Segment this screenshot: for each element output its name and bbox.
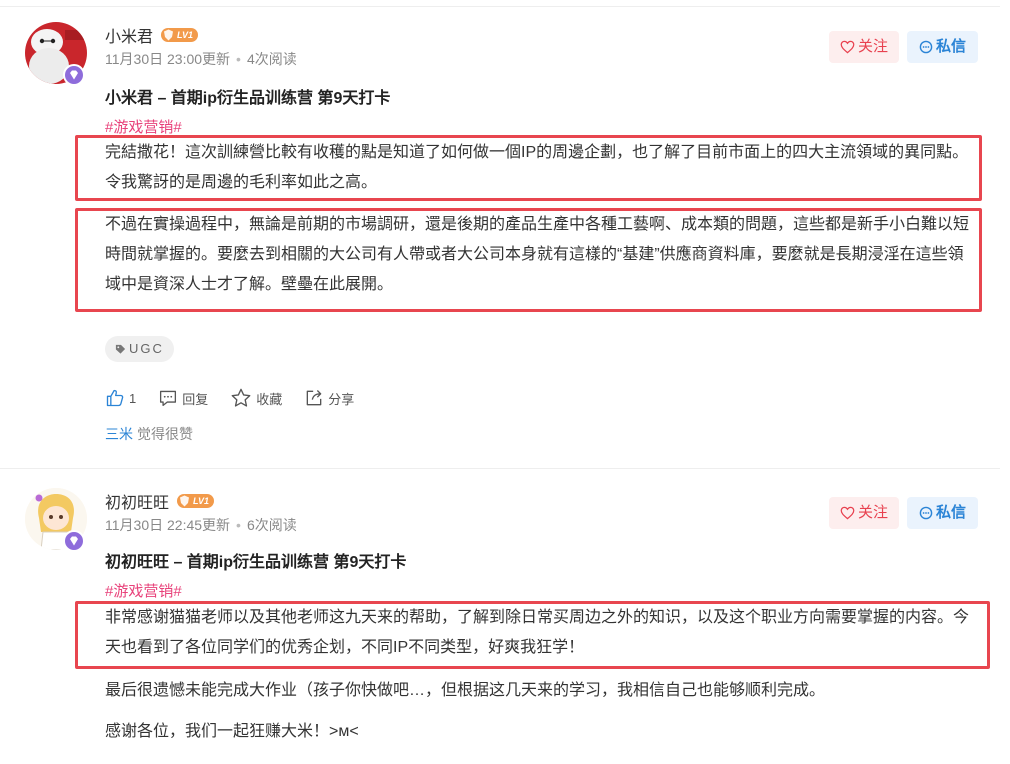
share-icon: [306, 390, 322, 406]
topic-hashtag[interactable]: #游戏营销#: [105, 580, 182, 601]
shield-icon: [164, 29, 173, 41]
liked-by: 三米 觉得很赞: [105, 424, 193, 444]
ugc-label: UGC: [129, 341, 164, 356]
post-card: 小米君 LV1 11月30日 23:00更新 • 4次阅读 关注 私信 小米君 – …: [0, 22, 1000, 462]
post-paragraph: 感谢各位，我们一起狂赚大米！>м<: [105, 723, 359, 740]
topic-hashtag[interactable]: #游戏营销#: [105, 116, 182, 137]
read-count: 4次阅读: [246, 51, 297, 67]
follow-button[interactable]: 关注: [829, 31, 899, 63]
share-label: 分享: [328, 391, 355, 407]
heart-icon: [840, 40, 855, 54]
thumbs-up-icon: [106, 389, 124, 407]
like-count: 1: [129, 390, 137, 406]
diamond-badge-icon: [63, 64, 85, 86]
heart-icon: [840, 506, 855, 520]
username[interactable]: 小米君: [105, 23, 153, 47]
level-badge: LV1: [177, 494, 215, 508]
separator-dot: •: [236, 51, 241, 67]
follow-label: 关注: [857, 504, 888, 521]
collect-button[interactable]: 收藏: [230, 388, 282, 408]
separator-dot: •: [236, 517, 241, 533]
message-button[interactable]: 私信: [907, 31, 978, 63]
follow-button[interactable]: 关注: [829, 497, 899, 529]
liked-by-suffix: 觉得很赞: [137, 426, 193, 442]
chat-bubble-icon: [919, 40, 933, 54]
share-button[interactable]: 分享: [304, 388, 354, 408]
post-paragraph: 完結撒花！這次訓練營比較有收穫的點是知道了如何做一個IP的周邊企劃，也了解了目前…: [105, 144, 969, 191]
ugc-tag-chip[interactable]: UGC: [105, 336, 174, 362]
level-label: LV1: [177, 30, 194, 40]
chat-bubble-icon: [919, 506, 933, 520]
post-meta: 11月30日 22:45更新 • 6次阅读: [105, 515, 297, 535]
read-count: 6次阅读: [246, 517, 297, 533]
reply-label: 回复: [182, 391, 209, 407]
like-button[interactable]: 1: [105, 388, 136, 408]
top-divider: [0, 6, 1000, 7]
action-bar: 1 回复 收藏 分享: [105, 388, 376, 408]
reply-button[interactable]: 回复: [158, 389, 208, 408]
post-meta: 11月30日 23:00更新 • 4次阅读: [105, 49, 297, 69]
level-badge: LV1: [161, 28, 199, 42]
star-icon: [231, 388, 251, 407]
tag-icon: [115, 344, 126, 354]
post-paragraph: 不過在實操過程中，無論是前期的市場調研，還是後期的產品生產中各種工藝啊、成本類的…: [105, 216, 970, 293]
follow-label: 关注: [857, 38, 888, 55]
collect-label: 收藏: [256, 391, 283, 407]
message-label: 私信: [935, 38, 966, 55]
post-card: 初初旺旺 LV1 11月30日 22:45更新 • 6次阅读 关注 私信 初初旺旺 …: [0, 488, 1000, 764]
post-divider: [0, 468, 1000, 469]
level-label: LV1: [193, 496, 210, 506]
message-label: 私信: [935, 504, 966, 521]
username[interactable]: 初初旺旺: [105, 489, 169, 513]
post-title[interactable]: 初初旺旺 – 首期ip衍生品训练营 第9天打卡: [105, 548, 406, 572]
post-time: 11月30日 23:00更新: [105, 51, 231, 67]
comment-icon: [160, 390, 177, 407]
shield-icon: [180, 495, 189, 507]
post-title[interactable]: 小米君 – 首期ip衍生品训练营 第9天打卡: [105, 84, 390, 108]
message-button[interactable]: 私信: [907, 497, 978, 529]
post-time: 11月30日 22:45更新: [105, 517, 231, 533]
liked-by-user[interactable]: 三米: [105, 426, 133, 442]
post-paragraph: 最后很遗憾未能完成大作业（孩子你快做吧…，但根据这几天来的学习，我相信自己也能够…: [105, 682, 826, 699]
post-paragraph: 非常感谢猫猫老师以及其他老师这九天来的帮助，了解到除日常买周边之外的知识，以及这…: [105, 609, 970, 656]
diamond-badge-icon: [63, 530, 85, 552]
